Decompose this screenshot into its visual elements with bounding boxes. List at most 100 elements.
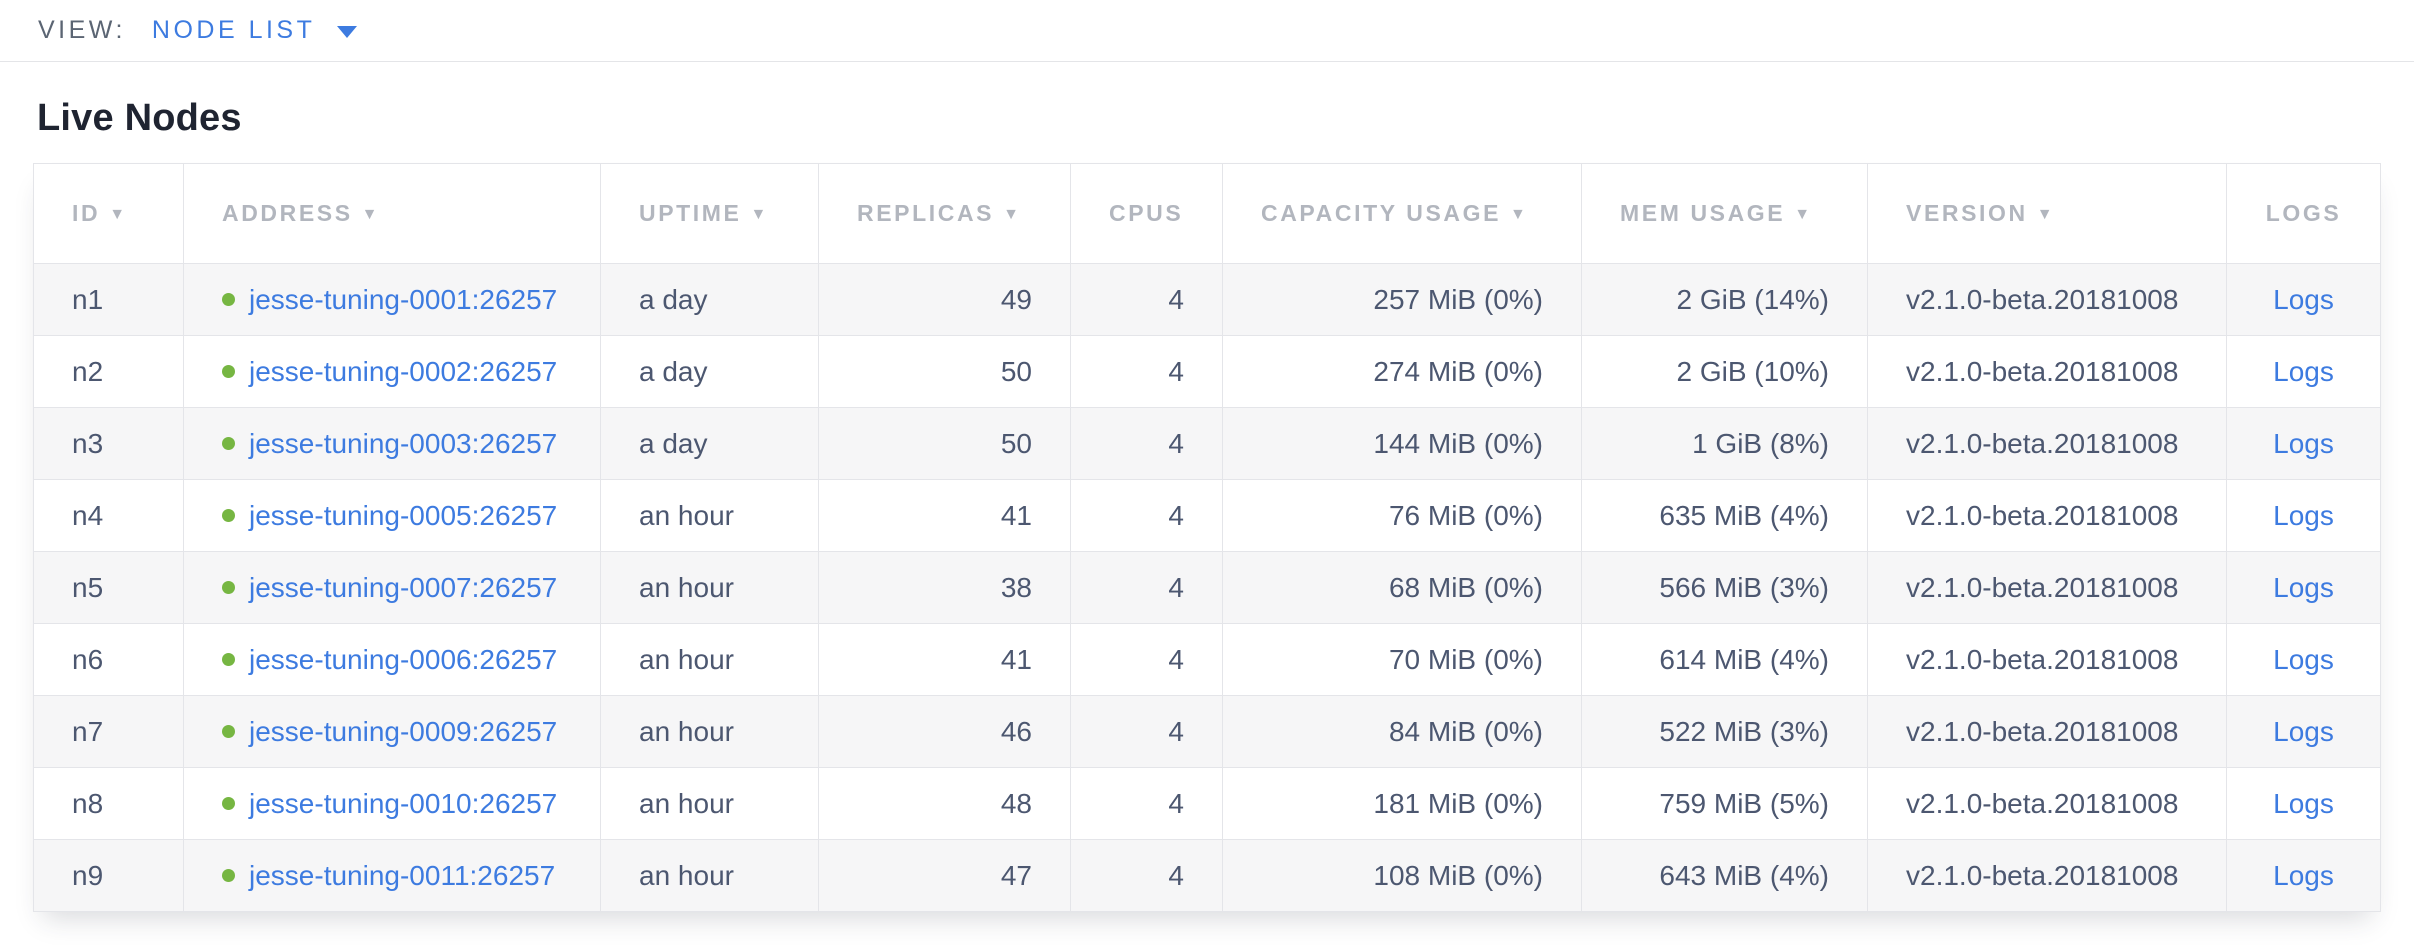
logs-link[interactable]: Logs (2273, 356, 2334, 387)
node-live-status-icon (222, 437, 235, 450)
id-cell: n1 (34, 264, 184, 336)
uptime-cell: an hour (601, 768, 819, 840)
live-nodes-table: ID▼ADDRESS▼UPTIME▼REPLICAS▼CPUSCAPACITY … (33, 163, 2381, 912)
cpus-cell: 4 (1071, 552, 1223, 624)
uptime-cell: an hour (601, 840, 819, 912)
sort-arrow-icon: ▼ (1510, 206, 1528, 223)
node-address-link[interactable]: jesse-tuning-0001:26257 (249, 284, 557, 315)
cpus-cell: 4 (1071, 840, 1223, 912)
replicas-cell: 49 (819, 264, 1071, 336)
mem-cell: 566 MiB (3%) (1582, 552, 1868, 624)
column-header-mem[interactable]: MEM USAGE▼ (1582, 164, 1868, 264)
column-header-label: ADDRESS (222, 200, 353, 226)
column-header-label: UPTIME (639, 200, 742, 226)
logs-cell: Logs (2227, 624, 2381, 696)
replicas-cell: 46 (819, 696, 1071, 768)
column-header-replicas[interactable]: REPLICAS▼ (819, 164, 1071, 264)
logs-link[interactable]: Logs (2273, 644, 2334, 675)
node-address-link[interactable]: jesse-tuning-0007:26257 (249, 572, 557, 603)
version-cell: v2.1.0-beta.20181008 (1868, 264, 2227, 336)
node-address-link[interactable]: jesse-tuning-0003:26257 (249, 428, 557, 459)
mem-cell: 643 MiB (4%) (1582, 840, 1868, 912)
version-cell: v2.1.0-beta.20181008 (1868, 624, 2227, 696)
uptime-cell: an hour (601, 552, 819, 624)
uptime-cell: a day (601, 264, 819, 336)
logs-link[interactable]: Logs (2273, 572, 2334, 603)
capacity-cell: 108 MiB (0%) (1223, 840, 1582, 912)
column-header-uptime[interactable]: UPTIME▼ (601, 164, 819, 264)
sort-arrow-icon: ▼ (2037, 206, 2055, 223)
logs-link[interactable]: Logs (2273, 788, 2334, 819)
column-header-label: CPUS (1109, 200, 1183, 226)
cpus-cell: 4 (1071, 264, 1223, 336)
replicas-cell: 50 (819, 336, 1071, 408)
cpus-cell: 4 (1071, 624, 1223, 696)
logs-link[interactable]: Logs (2273, 500, 2334, 531)
capacity-cell: 84 MiB (0%) (1223, 696, 1582, 768)
id-cell: n9 (34, 840, 184, 912)
view-dropdown[interactable]: NODE LIST (152, 16, 357, 45)
replicas-cell: 41 (819, 624, 1071, 696)
mem-cell: 2 GiB (10%) (1582, 336, 1868, 408)
mem-cell: 759 MiB (5%) (1582, 768, 1868, 840)
column-header-version[interactable]: VERSION ▼ (1868, 164, 2227, 264)
view-label: VIEW: (38, 16, 126, 45)
version-cell: v2.1.0-beta.20181008 (1868, 336, 2227, 408)
node-address-link[interactable]: jesse-tuning-0006:26257 (249, 644, 557, 675)
node-address-link[interactable]: jesse-tuning-0011:26257 (249, 860, 555, 891)
column-header-label: ID (72, 200, 100, 226)
version-cell: v2.1.0-beta.20181008 (1868, 696, 2227, 768)
capacity-cell: 70 MiB (0%) (1223, 624, 1582, 696)
view-dropdown-value: NODE LIST (152, 16, 315, 45)
id-cell: n2 (34, 336, 184, 408)
node-address-cell: jesse-tuning-0006:26257 (184, 624, 601, 696)
node-address-link[interactable]: jesse-tuning-0009:26257 (249, 716, 557, 747)
cpus-cell: 4 (1071, 408, 1223, 480)
node-address-cell: jesse-tuning-0002:26257 (184, 336, 601, 408)
capacity-cell: 68 MiB (0%) (1223, 552, 1582, 624)
node-address-link[interactable]: jesse-tuning-0002:26257 (249, 356, 557, 387)
logs-cell: Logs (2227, 696, 2381, 768)
column-header-id[interactable]: ID ▼ (34, 164, 184, 264)
node-address-cell: jesse-tuning-0003:26257 (184, 408, 601, 480)
capacity-cell: 257 MiB (0%) (1223, 264, 1582, 336)
cpus-cell: 4 (1071, 336, 1223, 408)
node-address-link[interactable]: jesse-tuning-0005:26257 (249, 500, 557, 531)
capacity-cell: 144 MiB (0%) (1223, 408, 1582, 480)
mem-cell: 2 GiB (14%) (1582, 264, 1868, 336)
logs-link[interactable]: Logs (2273, 428, 2334, 459)
node-live-status-icon (222, 365, 235, 378)
mem-cell: 522 MiB (3%) (1582, 696, 1868, 768)
table-row: n5jesse-tuning-0007:26257an hour38468 Mi… (34, 552, 2381, 624)
node-address-cell: jesse-tuning-0005:26257 (184, 480, 601, 552)
replicas-cell: 48 (819, 768, 1071, 840)
caret-down-icon (337, 26, 357, 38)
node-live-status-icon (222, 869, 235, 882)
node-address-cell: jesse-tuning-0007:26257 (184, 552, 601, 624)
id-cell: n4 (34, 480, 184, 552)
column-header-label: CAPACITY USAGE (1261, 200, 1501, 226)
table-row: n9jesse-tuning-0011:26257an hour474108 M… (34, 840, 2381, 912)
version-cell: v2.1.0-beta.20181008 (1868, 768, 2227, 840)
page-title: Live Nodes (37, 96, 2414, 140)
column-header-label: VERSION (1906, 200, 2028, 226)
cpus-cell: 4 (1071, 768, 1223, 840)
capacity-cell: 76 MiB (0%) (1223, 480, 1582, 552)
uptime-cell: an hour (601, 696, 819, 768)
table-row: n4jesse-tuning-0005:26257an hour41476 Mi… (34, 480, 2381, 552)
column-header-logs: LOGS (2227, 164, 2381, 264)
logs-cell: Logs (2227, 264, 2381, 336)
column-header-address[interactable]: ADDRESS▼ (184, 164, 601, 264)
sort-arrow-icon: ▼ (109, 206, 127, 223)
column-header-capacity[interactable]: CAPACITY USAGE ▼ (1223, 164, 1582, 264)
version-cell: v2.1.0-beta.20181008 (1868, 408, 2227, 480)
logs-link[interactable]: Logs (2273, 860, 2334, 891)
table-row: n6jesse-tuning-0006:26257an hour41470 Mi… (34, 624, 2381, 696)
sort-arrow-icon: ▼ (1794, 206, 1812, 223)
logs-link[interactable]: Logs (2273, 284, 2334, 315)
table-row: n1 jesse-tuning-0001:26257 a day494257 MiB… (34, 264, 2381, 336)
table-header-row: ID▼ADDRESS▼UPTIME▼REPLICAS▼CPUSCAPACITY … (34, 164, 2381, 264)
uptime-cell: a day (601, 336, 819, 408)
node-address-link[interactable]: jesse-tuning-0010:26257 (249, 788, 557, 819)
logs-link[interactable]: Logs (2273, 716, 2334, 747)
